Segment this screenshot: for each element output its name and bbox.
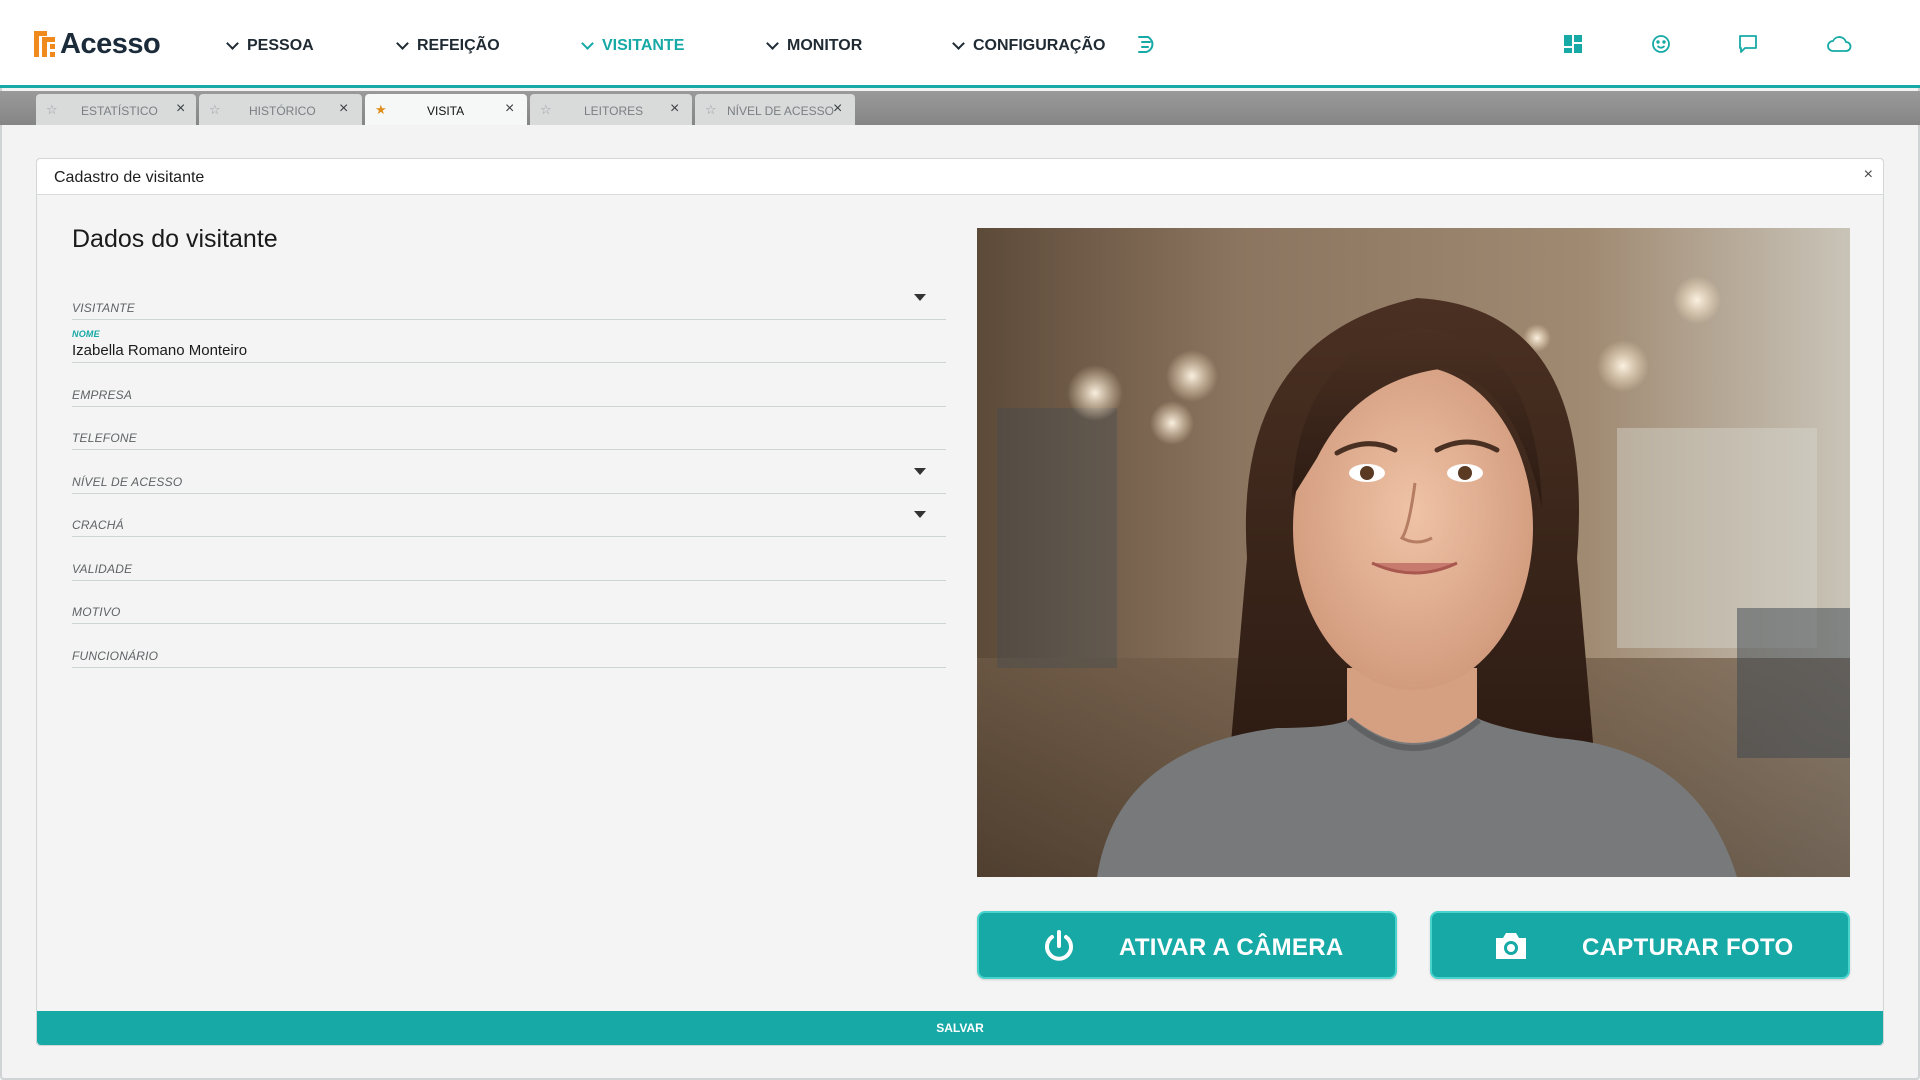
panel-title: Cadastro de visitante — [54, 169, 205, 186]
top-navigation-bar: Acesso PESSOA REFEIÇÃO VISITANTE MONITOR… — [0, 0, 1920, 88]
chevron-down-icon — [766, 37, 779, 50]
chevron-down-icon — [952, 37, 965, 50]
close-icon[interactable]: × — [339, 100, 348, 118]
dropdown-arrow-icon[interactable] — [914, 294, 926, 301]
close-icon[interactable]: × — [670, 100, 679, 118]
capture-photo-button[interactable]: CAPTURAR FOTO — [1430, 911, 1850, 979]
chat-icon[interactable] — [1737, 33, 1761, 57]
field-label: NOME — [72, 329, 100, 339]
close-icon[interactable]: × — [505, 100, 514, 118]
menu-history-icon[interactable] — [1135, 33, 1157, 55]
chevron-down-icon — [581, 37, 594, 50]
close-icon[interactable]: × — [1864, 166, 1873, 184]
field-label: FUNCIONÁRIO — [72, 649, 159, 663]
tab-label: ESTATÍSTICO — [81, 104, 158, 118]
nav-item-refeicao[interactable]: REFEIÇÃO — [396, 36, 500, 56]
section-title: Dados do visitante — [72, 225, 278, 253]
smiley-face-icon[interactable] — [1650, 33, 1674, 57]
nav-item-pessoa[interactable]: PESSOA — [226, 36, 314, 56]
tab-estatistico[interactable]: ☆ ESTATÍSTICO × — [36, 94, 196, 125]
nav-item-label: PESSOA — [247, 37, 314, 54]
save-button[interactable]: SALVAR — [37, 1011, 1883, 1045]
star-icon[interactable]: ☆ — [540, 102, 552, 118]
tab-leitores[interactable]: ☆ LEITORES × — [530, 94, 692, 125]
visitor-registration-panel: Cadastro de visitante × Dados do visitan… — [36, 158, 1884, 1046]
visitante-select[interactable]: VISITANTE — [72, 278, 946, 320]
nav-item-configuracao[interactable]: CONFIGURAÇÃO — [952, 36, 1106, 56]
dropdown-arrow-icon[interactable] — [914, 511, 926, 518]
chevron-down-icon — [396, 37, 409, 50]
activate-camera-button[interactable]: ATIVAR A CÂMERA — [977, 911, 1397, 979]
tab-label: LEITORES — [584, 104, 644, 118]
field-label: VISITANTE — [72, 301, 135, 315]
tab-historico[interactable]: ☆ HISTÓRICO × — [199, 94, 362, 125]
nav-item-label: CONFIGURAÇÃO — [973, 37, 1106, 54]
motivo-field[interactable]: MOTIVO — [72, 582, 946, 624]
app-logo[interactable]: Acesso — [34, 27, 161, 60]
visitor-photo — [977, 228, 1850, 877]
logo-mark-icon — [34, 31, 56, 57]
logo-text: Acesso — [60, 27, 161, 60]
tab-strip: ☆ ESTATÍSTICO × ☆ HISTÓRICO × ★ VISITA ×… — [0, 91, 1920, 125]
star-icon[interactable]: ☆ — [209, 102, 221, 118]
close-icon[interactable]: × — [176, 100, 185, 118]
nav-item-monitor[interactable]: MONITOR — [766, 36, 863, 56]
activate-camera-label: ATIVAR A CÂMERA — [1119, 934, 1344, 961]
panel-header: Cadastro de visitante × — [37, 159, 1883, 195]
star-icon[interactable]: ☆ — [46, 102, 58, 118]
star-icon[interactable]: ☆ — [705, 102, 717, 118]
telefone-field[interactable]: TELEFONE — [72, 408, 946, 450]
dashboard-icon[interactable] — [1562, 33, 1586, 57]
validade-field[interactable]: VALIDADE — [72, 539, 946, 581]
field-label: MOTIVO — [72, 605, 121, 619]
nav-item-visitante[interactable]: VISITANTE — [581, 36, 685, 56]
chevron-down-icon — [226, 37, 239, 50]
field-value[interactable]: Izabella Romano Monteiro — [72, 342, 247, 359]
cracha-select[interactable]: CRACHÁ — [72, 495, 946, 537]
nivel-de-acesso-select[interactable]: NÍVEL DE ACESSO — [72, 452, 946, 494]
nav-item-label: REFEIÇÃO — [417, 37, 500, 54]
field-label: VALIDADE — [72, 562, 133, 576]
field-label: TELEFONE — [72, 431, 137, 445]
cloud-icon[interactable] — [1826, 33, 1852, 57]
star-filled-icon[interactable]: ★ — [375, 102, 387, 118]
close-icon[interactable]: × — [833, 100, 842, 118]
field-label: EMPRESA — [72, 388, 133, 402]
tab-label: HISTÓRICO — [249, 104, 316, 118]
tab-visita[interactable]: ★ VISITA × — [365, 94, 527, 125]
power-icon — [1041, 928, 1077, 964]
field-label: NÍVEL DE ACESSO — [72, 475, 183, 489]
nome-field[interactable]: NOME Izabella Romano Monteiro — [72, 321, 946, 363]
field-label: CRACHÁ — [72, 518, 124, 532]
nav-item-label: VISITANTE — [602, 37, 685, 54]
empresa-field[interactable]: EMPRESA — [72, 365, 946, 407]
capture-photo-label: CAPTURAR FOTO — [1582, 934, 1794, 961]
camera-icon — [1492, 928, 1528, 964]
funcionario-field[interactable]: FUNCIONÁRIO — [72, 626, 946, 668]
dropdown-arrow-icon[interactable] — [914, 468, 926, 475]
nav-item-label: MONITOR — [787, 37, 863, 54]
tab-label: VISITA — [427, 104, 465, 118]
tab-nivel-de-acesso[interactable]: ☆ NÍVEL DE ACESSO × — [695, 94, 855, 125]
tab-label: NÍVEL DE ACESSO — [727, 104, 834, 118]
